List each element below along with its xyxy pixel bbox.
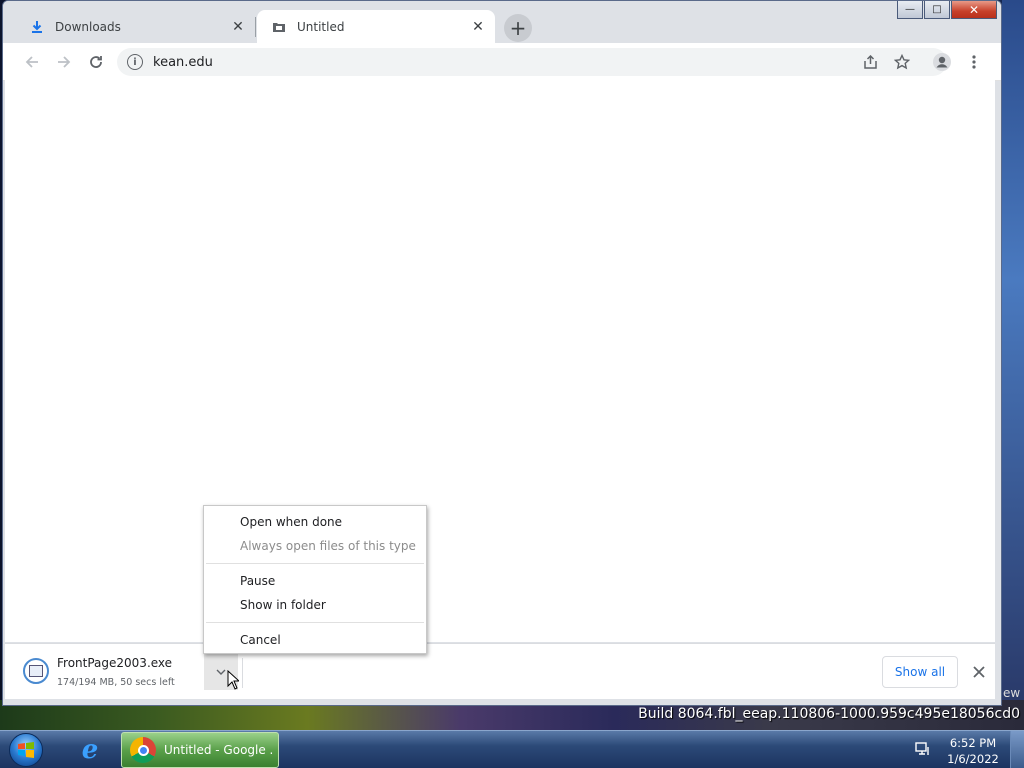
close-icon[interactable]: ✕	[469, 18, 487, 36]
taskbar-chrome-label: Untitled - Google ...	[164, 743, 272, 757]
clock-date: 1/6/2022	[947, 752, 999, 766]
close-icon	[973, 666, 985, 678]
download-status: 174/194 MB, 50 secs left	[57, 677, 175, 688]
minimize-button[interactable]: —	[897, 1, 923, 19]
internet-explorer-icon[interactable]: e	[68, 732, 112, 768]
page-icon	[271, 19, 287, 35]
page-content	[5, 80, 995, 642]
chevron-down-icon	[216, 669, 226, 675]
tab-untitled[interactable]: Untitled ✕	[257, 10, 495, 43]
windows-logo-icon	[9, 733, 43, 767]
tab-strip: Downloads ✕ Untitled ✕ + — □ ✕	[3, 1, 1001, 43]
menu-item-always-open: Always open files of this type	[240, 539, 416, 553]
tab-title: Untitled	[297, 19, 345, 34]
chrome-icon	[130, 737, 156, 763]
network-icon[interactable]	[914, 741, 932, 757]
close-icon[interactable]: ✕	[229, 18, 247, 36]
windows-build-watermark: Build 8064.fbl_eeap.110806-1000.959c495e…	[638, 706, 1020, 722]
back-arrow-icon	[25, 56, 38, 68]
tab-title: Downloads	[55, 19, 121, 34]
address-url: kean.edu	[153, 54, 213, 70]
tab-downloads[interactable]: Downloads ✕	[15, 10, 255, 43]
back-button[interactable]	[19, 49, 45, 75]
shelf-divider	[242, 658, 243, 688]
menu-item-show-in-folder[interactable]: Show in folder	[204, 593, 426, 617]
forward-arrow-icon	[58, 56, 71, 68]
menu-item-cancel[interactable]: Cancel	[204, 628, 426, 652]
reload-icon	[90, 56, 102, 68]
desktop-wallpaper-edge	[1002, 0, 1024, 700]
address-bar[interactable]: i kean.edu	[117, 48, 947, 76]
show-desktop-button[interactable]	[1010, 731, 1024, 768]
window-controls: — □ ✕	[896, 1, 997, 19]
menu-button[interactable]	[961, 49, 987, 75]
download-context-menu: Open when done Always open files of this…	[203, 505, 427, 654]
kebab-menu-icon	[972, 55, 976, 69]
start-button[interactable]	[6, 731, 46, 768]
share-button[interactable]	[857, 49, 883, 75]
download-item-icon	[23, 658, 49, 684]
share-icon	[863, 54, 877, 69]
star-icon	[894, 54, 910, 70]
window-close-button[interactable]: ✕	[951, 1, 997, 19]
menu-item-open-when-done[interactable]: Open when done	[204, 510, 426, 534]
desktop-edge-text: ew	[1003, 686, 1021, 700]
browser-toolbar: i kean.edu	[3, 43, 1001, 81]
menu-separator	[206, 622, 424, 623]
maximize-button[interactable]: □	[924, 1, 950, 19]
taskbar: e Untitled - Google ... 6:52 PM 1/6/2022	[0, 730, 1024, 768]
menu-separator	[206, 563, 424, 564]
system-clock[interactable]: 6:52 PM 1/6/2022	[940, 735, 1006, 767]
site-info-icon[interactable]: i	[127, 54, 143, 70]
bookmark-button[interactable]	[889, 49, 915, 75]
profile-button[interactable]	[929, 49, 955, 75]
taskbar-chrome-button[interactable]: Untitled - Google ...	[121, 732, 279, 768]
mouse-cursor-icon	[227, 670, 239, 690]
menu-item-pause[interactable]: Pause	[204, 569, 426, 593]
download-file-name[interactable]: FrontPage2003.exe	[57, 656, 172, 670]
show-all-button[interactable]: Show all	[882, 656, 958, 688]
new-tab-button[interactable]: +	[504, 14, 532, 42]
reload-button[interactable]	[83, 49, 109, 75]
close-shelf-button[interactable]	[967, 660, 991, 684]
download-shelf: FrontPage2003.exe 174/194 MB, 50 secs le…	[5, 643, 995, 699]
download-icon	[29, 19, 45, 35]
tab-separator	[255, 17, 256, 37]
forward-button[interactable]	[51, 49, 77, 75]
profile-avatar-icon	[933, 53, 951, 71]
clock-time: 6:52 PM	[949, 736, 997, 750]
